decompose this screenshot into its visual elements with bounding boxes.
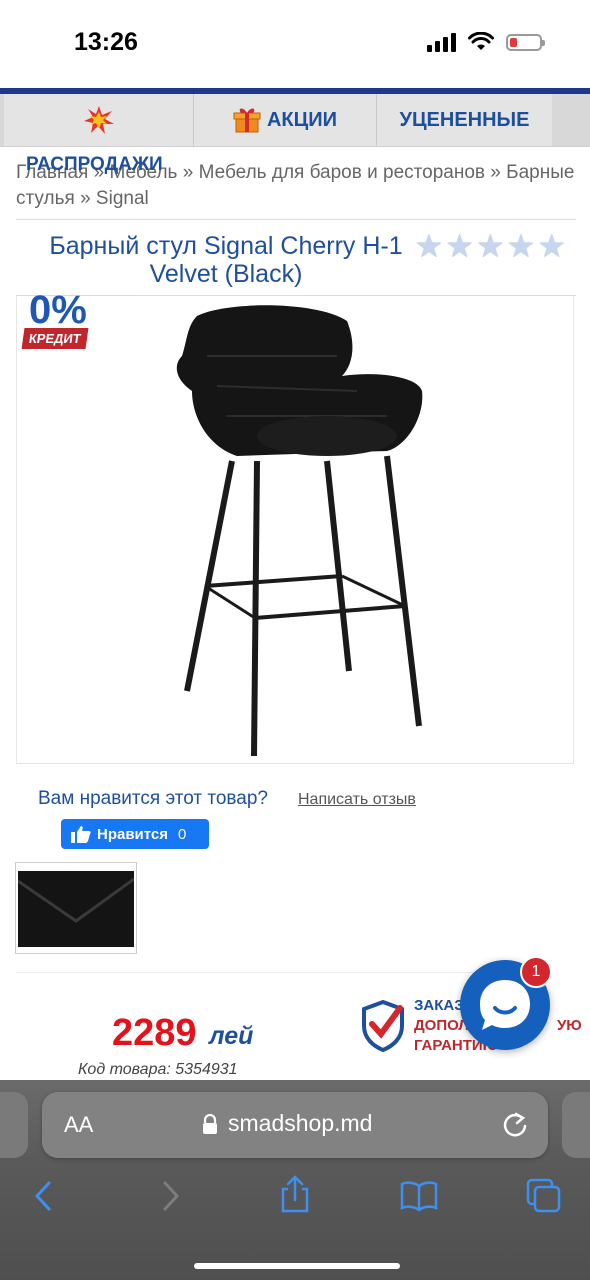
shield-check-icon (362, 1000, 404, 1052)
bar-stool-image (176, 305, 423, 757)
previous-tab-preview[interactable] (0, 1092, 28, 1158)
sale-label[interactable]: РАСПРОДАЖИ (26, 154, 163, 176)
nav-item-promotions-label: АКЦИИ (266, 108, 337, 131)
gift-icon (233, 108, 261, 133)
thumbs-up-icon (71, 826, 91, 843)
credit-percent: 0% (29, 288, 87, 332)
nav-edge-right (552, 94, 590, 146)
reader-aa-button[interactable]: AA (64, 1112, 93, 1138)
tabs-icon[interactable] (526, 1178, 562, 1214)
status-icons (427, 32, 545, 52)
write-review-link[interactable]: Написать отзыв (298, 791, 416, 809)
star-icon[interactable]: ★ (537, 230, 566, 262)
star-icon[interactable]: ★ (445, 230, 474, 262)
battery-icon (506, 33, 545, 51)
guarantee-line2-tail: УЮ (556, 1017, 582, 1034)
url-text: smadshop.md (228, 1110, 373, 1136)
cellular-signal-icon (427, 32, 456, 52)
product-thumbnail[interactable] (15, 862, 137, 954)
nav-item-discounted-label: УЦЕНЕННЫЕ (399, 108, 530, 131)
nav-item-discounted[interactable]: УЦЕНЕННЫЕ (377, 94, 552, 146)
breadcrumb-separator: » (490, 162, 501, 183)
divider (16, 219, 576, 220)
next-tab-preview[interactable] (562, 1092, 590, 1158)
star-icon[interactable]: ★ (507, 230, 536, 262)
address-bar[interactable]: AA smadshop.md (42, 1092, 548, 1158)
fabric-swatch-image (18, 871, 134, 947)
nav-item-sale[interactable] (4, 94, 194, 146)
breadcrumb-item-signal[interactable]: Signal (96, 188, 149, 209)
share-icon[interactable] (280, 1174, 310, 1214)
breadcrumb-item-bar-furniture[interactable]: Мебель для баров и ресторанов (199, 162, 485, 183)
credit-badge: 0% КРЕДИТ (21, 288, 89, 358)
breadcrumb-separator: » (182, 162, 194, 183)
like-count: 0 (178, 825, 187, 843)
like-label: Нравится (97, 825, 169, 843)
lock-icon (203, 1114, 217, 1134)
credit-label: КРЕДИТ (21, 328, 89, 349)
back-icon[interactable] (32, 1180, 54, 1212)
rating-stars[interactable]: ★ ★ ★ ★ ★ (415, 230, 566, 262)
product-title: Барный стул Signal Cherry H-1 Velvet (Bl… (49, 232, 403, 288)
wifi-icon (468, 32, 494, 50)
product-code: Код товара: 5354931 (78, 1061, 238, 1078)
facebook-like-button[interactable]: Нравится 0 (61, 819, 209, 849)
browser-chrome: AA smadshop.md (0, 1080, 590, 1280)
nav-item-promotions[interactable]: АКЦИИ (194, 94, 377, 146)
explosion-icon (83, 106, 114, 134)
product-price: 2289 (112, 1012, 197, 1054)
status-time: 13:26 (74, 28, 138, 56)
star-icon[interactable]: ★ (415, 230, 444, 262)
price-currency: лей (209, 1022, 254, 1050)
breadcrumb-separator: » (80, 188, 91, 209)
reload-icon[interactable] (502, 1110, 528, 1138)
like-question: Вам нравится этот товар? (38, 788, 269, 809)
status-bar: 13:26 (0, 0, 590, 88)
bookmarks-icon[interactable] (400, 1180, 438, 1212)
product-header: Барный стул Signal Cherry H-1 Velvet (Bl… (16, 230, 576, 288)
divider (16, 972, 486, 973)
site-nav: АКЦИИ УЦЕНЕННЫЕ (0, 94, 590, 147)
forward-icon[interactable] (160, 1180, 182, 1212)
star-icon[interactable]: ★ (476, 230, 505, 262)
product-image-box[interactable]: 0% КРЕДИТ (16, 288, 574, 764)
browser-toolbar (0, 1175, 590, 1230)
chat-unread-badge: 1 (520, 956, 552, 988)
home-indicator (194, 1263, 400, 1269)
